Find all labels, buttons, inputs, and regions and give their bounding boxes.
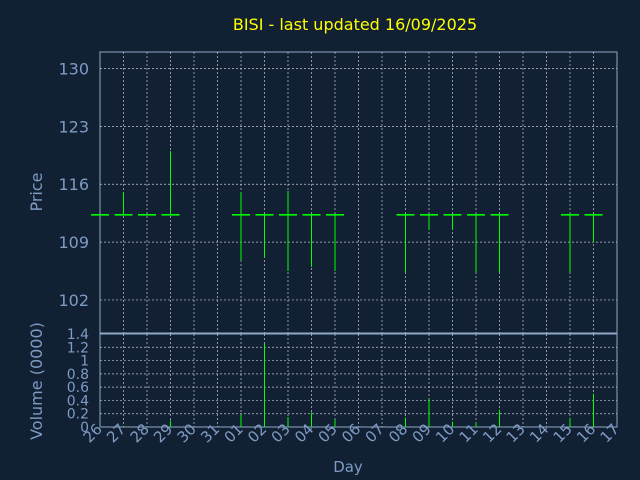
price-tick-label: 123 — [58, 117, 89, 136]
day-tick-label: 11 — [456, 420, 482, 446]
day-tick-label: 03 — [268, 420, 294, 446]
price-tick-label: 109 — [58, 233, 89, 252]
stock-chart: BISI - last updated 16/09/2025 Price Vol… — [27, 15, 623, 476]
day-tick-label: 05 — [315, 420, 341, 446]
chart-container: BISI - last updated 16/09/2025 Price Vol… — [0, 0, 640, 480]
day-tick-label: 12 — [479, 420, 505, 446]
day-tick-label: 28 — [127, 420, 153, 446]
day-tick-label: 16 — [573, 420, 599, 446]
day-tick-label: 07 — [362, 420, 388, 446]
day-tick-label: 17 — [597, 420, 623, 446]
day-tick-label: 01 — [221, 420, 247, 446]
price-axis-label: Price — [27, 172, 46, 211]
day-tick-label: 31 — [197, 420, 223, 446]
day-tick-label: 10 — [432, 420, 458, 446]
day-tick-label: 15 — [550, 420, 576, 446]
day-tick-label: 14 — [526, 420, 552, 446]
day-tick-label: 13 — [503, 420, 529, 446]
day-tick-label: 27 — [103, 420, 129, 446]
price-tick-label: 130 — [58, 60, 89, 79]
chart-title: BISI - last updated 16/09/2025 — [233, 15, 477, 34]
day-tick-label: 09 — [409, 420, 435, 446]
day-tick-label: 02 — [244, 420, 270, 446]
day-tick-label: 06 — [338, 420, 364, 446]
price-tick-label: 102 — [58, 291, 89, 310]
day-tick-label: 30 — [174, 420, 200, 446]
day-tick-label: 08 — [385, 420, 411, 446]
day-axis-label: Day — [333, 458, 363, 476]
plot-marks: 10210911612313000.20.40.60.811.21.426272… — [58, 51, 623, 446]
price-tick-label: 116 — [58, 175, 89, 194]
volume-tick-label: 1.4 — [67, 327, 89, 343]
volume-axis-label: Volume (0000) — [27, 322, 46, 440]
day-tick-label: 29 — [150, 420, 176, 446]
day-tick-label: 04 — [291, 420, 317, 446]
